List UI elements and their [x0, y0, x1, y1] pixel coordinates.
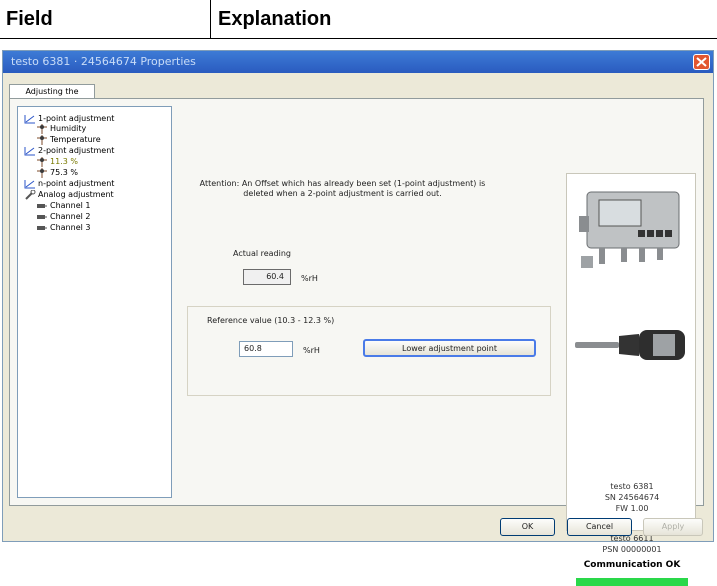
actual-reading-value: 60.4 [243, 269, 291, 285]
ok-button[interactable]: OK [500, 518, 555, 536]
close-icon [696, 57, 707, 67]
channel-icon [37, 203, 47, 208]
close-button[interactable] [693, 54, 710, 70]
channel-icon [37, 214, 47, 219]
chart-icon [24, 114, 35, 123]
tree-item-75-3[interactable]: 75.3 % [36, 167, 78, 178]
communication-status: Communication OK [583, 560, 681, 570]
tree-item-temperature[interactable]: Temperature [36, 134, 101, 145]
chart-icon [24, 146, 35, 155]
probe-serial: PSN 00000001 [602, 545, 662, 554]
tree-item-2-point[interactable]: 2-point adjustment [24, 145, 114, 156]
window-titlebar[interactable]: testo 6381 · 24564674 Properties [3, 51, 713, 73]
tree-item-channel-2[interactable]: Channel 2 [36, 211, 90, 222]
device-panel: testo 6381 SN 24564674 FW 1.00 testo 661… [566, 173, 696, 586]
chart-icon [24, 179, 35, 188]
tree-item-n-point[interactable]: n-point adjustment [24, 178, 114, 189]
communication-status-bar [576, 578, 688, 586]
header-explanation: Explanation [218, 8, 332, 30]
device-transmitter: testo 6381 [610, 482, 654, 491]
tree-item-channel-1[interactable]: Channel 1 [36, 200, 90, 211]
sensor-icon [37, 134, 47, 145]
reference-value-input[interactable]: 60.8 [239, 341, 293, 357]
sensor-icon [37, 156, 47, 167]
cancel-button[interactable]: Cancel [567, 518, 632, 536]
actual-reading-label: Actual reading [233, 249, 291, 258]
tree-item-humidity[interactable]: Humidity [36, 123, 86, 134]
properties-window: testo 6381 · 24564674 Properties Adjusti… [2, 50, 714, 586]
sensor-icon [37, 123, 47, 134]
device-firmware: FW 1.00 [615, 504, 649, 513]
reference-value-label: Reference value (10.3 - 12.3 %) [207, 316, 335, 325]
tree-item-channel-3[interactable]: Channel 3 [36, 222, 90, 233]
device-serial: SN 24564674 [604, 493, 660, 502]
document-table-header: Field Explanation [0, 0, 717, 39]
tab-panel: 1-point adjustment Humidity Temperature … [9, 98, 704, 586]
probe-image [575, 330, 685, 360]
transmitter-image [579, 191, 680, 268]
actual-reading-unit: %rH [301, 274, 318, 283]
sensor-icon [37, 167, 47, 178]
attention-note: Attention: An Offset which has already b… [199, 179, 486, 198]
header-column-divider [210, 0, 211, 38]
tree-item-11-3[interactable]: 11.3 % [36, 156, 78, 167]
wrench-icon [25, 189, 36, 200]
tree-item-analog[interactable]: Analog adjustment [24, 189, 114, 200]
header-field: Field [6, 8, 53, 30]
window-title: testo 6381 · 24564674 Properties [11, 55, 196, 68]
adjustment-tree[interactable]: 1-point adjustment Humidity Temperature … [17, 106, 172, 498]
tab-adjusting-transmitter[interactable]: Adjusting the transmitter [9, 84, 95, 110]
channel-icon [37, 225, 47, 230]
lower-adjustment-point-button[interactable]: Lower adjustment point [363, 339, 536, 357]
apply-button[interactable]: Apply [643, 518, 703, 536]
reference-value-unit: %rH [303, 346, 320, 355]
